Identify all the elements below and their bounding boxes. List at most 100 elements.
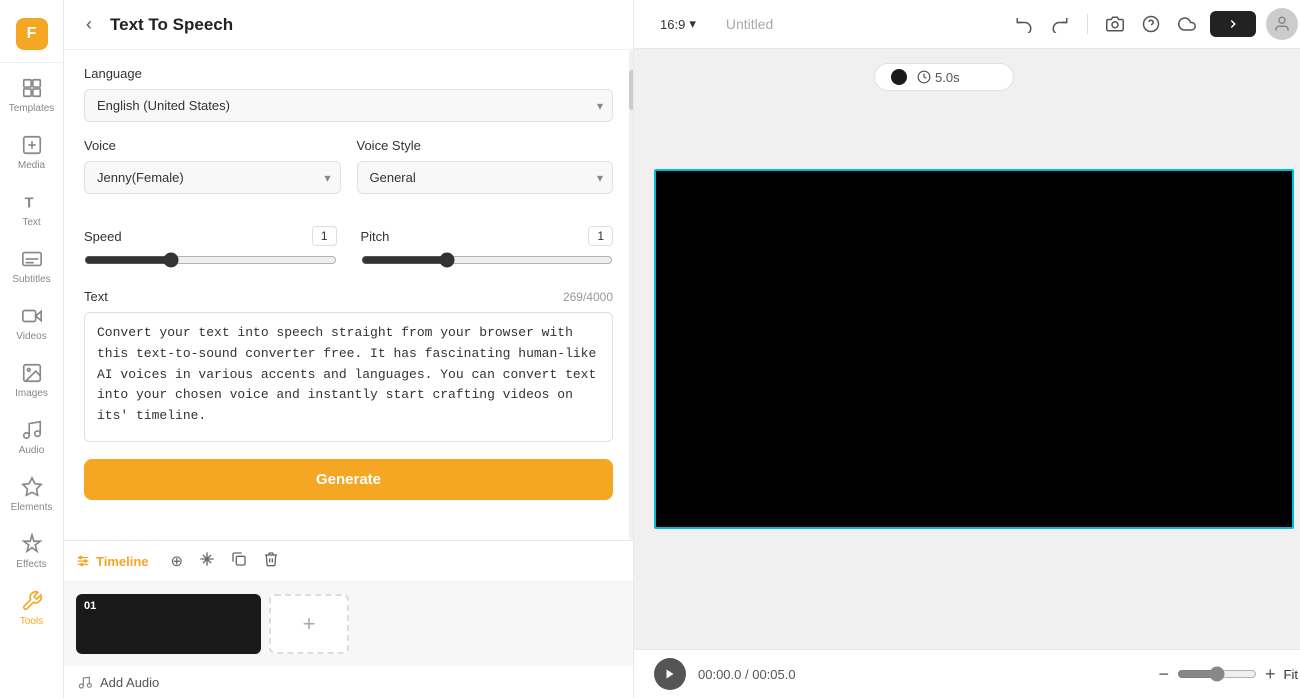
timeline-clips: 01 + bbox=[64, 582, 633, 666]
text-input[interactable]: Convert your text into speech straight f… bbox=[84, 312, 613, 442]
clip-01[interactable]: 01 bbox=[76, 594, 261, 654]
icon-sidebar: F Templates Media T Text Subtitles Video… bbox=[0, 0, 64, 698]
scrollbar-thumb bbox=[629, 70, 633, 110]
zoom-in-button[interactable]: + bbox=[1265, 664, 1276, 685]
time-indicator-bar: 5.0s bbox=[874, 63, 1014, 91]
sidebar-item-effects-label: Effects bbox=[16, 559, 46, 570]
voice-style-row: Voice Jenny(Female) Guy(Male) Aria(Femal… bbox=[84, 138, 613, 210]
sidebar-item-media[interactable]: Media bbox=[0, 124, 63, 181]
clock-icon bbox=[917, 70, 931, 84]
language-select[interactable]: English (United States) English (UK) Spa… bbox=[84, 89, 613, 122]
speed-label-row: Speed 1 bbox=[84, 226, 337, 246]
sidebar-item-videos-label: Videos bbox=[16, 331, 46, 342]
sidebar-item-elements[interactable]: Elements bbox=[0, 466, 63, 523]
pitch-label-row: Pitch 1 bbox=[361, 226, 614, 246]
sidebar-item-subtitles-label: Subtitles bbox=[12, 274, 50, 285]
export-button[interactable] bbox=[1210, 11, 1256, 37]
sidebar-item-images[interactable]: Images bbox=[0, 352, 63, 409]
clip-01-label: 01 bbox=[84, 600, 96, 612]
add-audio-row[interactable]: Add Audio bbox=[64, 666, 633, 698]
pitch-label: Pitch bbox=[361, 229, 390, 244]
sidebar-item-text-label: Text bbox=[22, 217, 40, 228]
text-count: 269/4000 bbox=[563, 290, 613, 304]
aspect-ratio-value: 16:9 bbox=[660, 17, 685, 32]
sidebar-item-images-label: Images bbox=[15, 388, 48, 399]
sidebar-item-templates-label: Templates bbox=[9, 103, 55, 114]
project-title: Untitled bbox=[718, 16, 999, 32]
sidebar-item-media-label: Media bbox=[18, 160, 45, 171]
language-select-wrapper: English (United States) English (UK) Spa… bbox=[84, 89, 613, 122]
sidebar-item-elements-label: Elements bbox=[11, 502, 53, 513]
voice-select[interactable]: Jenny(Female) Guy(Male) Aria(Female) Dav… bbox=[84, 161, 341, 194]
cloud-button[interactable] bbox=[1174, 11, 1200, 37]
speed-slider[interactable] bbox=[84, 252, 337, 268]
sidebar-item-templates[interactable]: Templates bbox=[0, 67, 63, 124]
app-logo[interactable]: F bbox=[0, 8, 63, 63]
voice-style-label: Voice Style bbox=[357, 138, 614, 153]
panel-content: Language English (United States) English… bbox=[64, 50, 633, 540]
voice-style-select-wrapper: General Cheerful Sad Angry ▾ bbox=[357, 161, 614, 194]
record-dot bbox=[891, 69, 907, 85]
svg-text:T: T bbox=[24, 196, 33, 212]
timeline-section: Timeline ⊕ 01 + Add A bbox=[64, 540, 633, 698]
timeline-actions: ⊕ bbox=[167, 549, 284, 573]
user-avatar-button[interactable] bbox=[1266, 8, 1298, 40]
pitch-value: 1 bbox=[588, 226, 613, 246]
speed-value: 1 bbox=[312, 226, 337, 246]
chevron-down-icon: ▾ bbox=[689, 16, 696, 32]
music-icon bbox=[76, 674, 92, 690]
timeline-split-button[interactable] bbox=[195, 549, 219, 573]
undo-button[interactable] bbox=[1011, 11, 1037, 37]
panel-title: Text To Speech bbox=[110, 15, 233, 35]
speed-label: Speed bbox=[84, 229, 122, 244]
time-display-playback: 00:00.0 / 00:05.0 bbox=[698, 667, 796, 682]
sidebar-item-tools[interactable]: Tools bbox=[0, 580, 63, 637]
voice-style-select[interactable]: General Cheerful Sad Angry bbox=[357, 161, 614, 194]
sidebar-item-audio[interactable]: Audio bbox=[0, 409, 63, 466]
zoom-slider[interactable] bbox=[1177, 666, 1257, 682]
help-button[interactable] bbox=[1138, 11, 1164, 37]
play-button[interactable] bbox=[654, 658, 686, 690]
sidebar-item-subtitles[interactable]: Subtitles bbox=[0, 238, 63, 295]
text-section-header: Text 269/4000 bbox=[84, 289, 613, 304]
video-canvas[interactable] bbox=[654, 169, 1294, 529]
sidebar-item-text[interactable]: T Text bbox=[0, 181, 63, 238]
voice-select-wrapper: Jenny(Female) Guy(Male) Aria(Female) Dav… bbox=[84, 161, 341, 194]
canvas-area: 5.0s bbox=[634, 49, 1300, 649]
fit-button[interactable]: Fit bbox=[1284, 667, 1298, 682]
panel-back-button[interactable]: ‹ bbox=[80, 12, 98, 37]
sidebar-item-audio-label: Audio bbox=[19, 445, 45, 456]
voice-label: Voice bbox=[84, 138, 341, 153]
pitch-slider[interactable] bbox=[361, 252, 614, 268]
add-audio-label: Add Audio bbox=[100, 675, 159, 690]
sidebar-item-videos[interactable]: Videos bbox=[0, 295, 63, 352]
generate-button[interactable]: Generate bbox=[84, 459, 613, 500]
language-label: Language bbox=[84, 66, 613, 81]
toolbar-divider bbox=[1087, 14, 1088, 34]
sidebar-item-tools-label: Tools bbox=[20, 616, 43, 627]
camera-button[interactable] bbox=[1102, 11, 1128, 37]
add-clip-button[interactable]: + bbox=[269, 594, 349, 654]
voice-style-group: Voice Style General Cheerful Sad Angry ▾ bbox=[357, 138, 614, 210]
text-label: Text bbox=[84, 289, 108, 304]
panel-header: ‹ Text To Speech bbox=[64, 0, 633, 50]
zoom-out-button[interactable]: − bbox=[1159, 664, 1170, 685]
top-bar: 16:9 ▾ Untitled bbox=[634, 0, 1300, 49]
pitch-group: Pitch 1 bbox=[361, 226, 614, 273]
preview-area: 16:9 ▾ Untitled bbox=[634, 0, 1300, 698]
timeline-label: Timeline bbox=[76, 554, 149, 569]
time-display-canvas: 5.0s bbox=[917, 70, 960, 85]
timeline-duplicate-button[interactable] bbox=[227, 549, 251, 573]
panel-scrollbar[interactable] bbox=[629, 50, 633, 540]
speed-group: Speed 1 bbox=[84, 226, 337, 273]
redo-button[interactable] bbox=[1047, 11, 1073, 37]
timeline-bar: Timeline ⊕ bbox=[64, 541, 633, 582]
speed-pitch-row: Speed 1 Pitch 1 bbox=[84, 226, 613, 273]
timeline-add-button[interactable]: ⊕ bbox=[167, 549, 188, 573]
aspect-ratio-button[interactable]: 16:9 ▾ bbox=[650, 12, 706, 36]
top-bar-actions bbox=[1011, 8, 1298, 40]
sidebar-item-effects[interactable]: Effects bbox=[0, 523, 63, 580]
playback-bar: 00:00.0 / 00:05.0 − + Fit bbox=[634, 649, 1300, 698]
voice-group: Voice Jenny(Female) Guy(Male) Aria(Femal… bbox=[84, 138, 341, 210]
timeline-delete-button[interactable] bbox=[259, 549, 283, 573]
